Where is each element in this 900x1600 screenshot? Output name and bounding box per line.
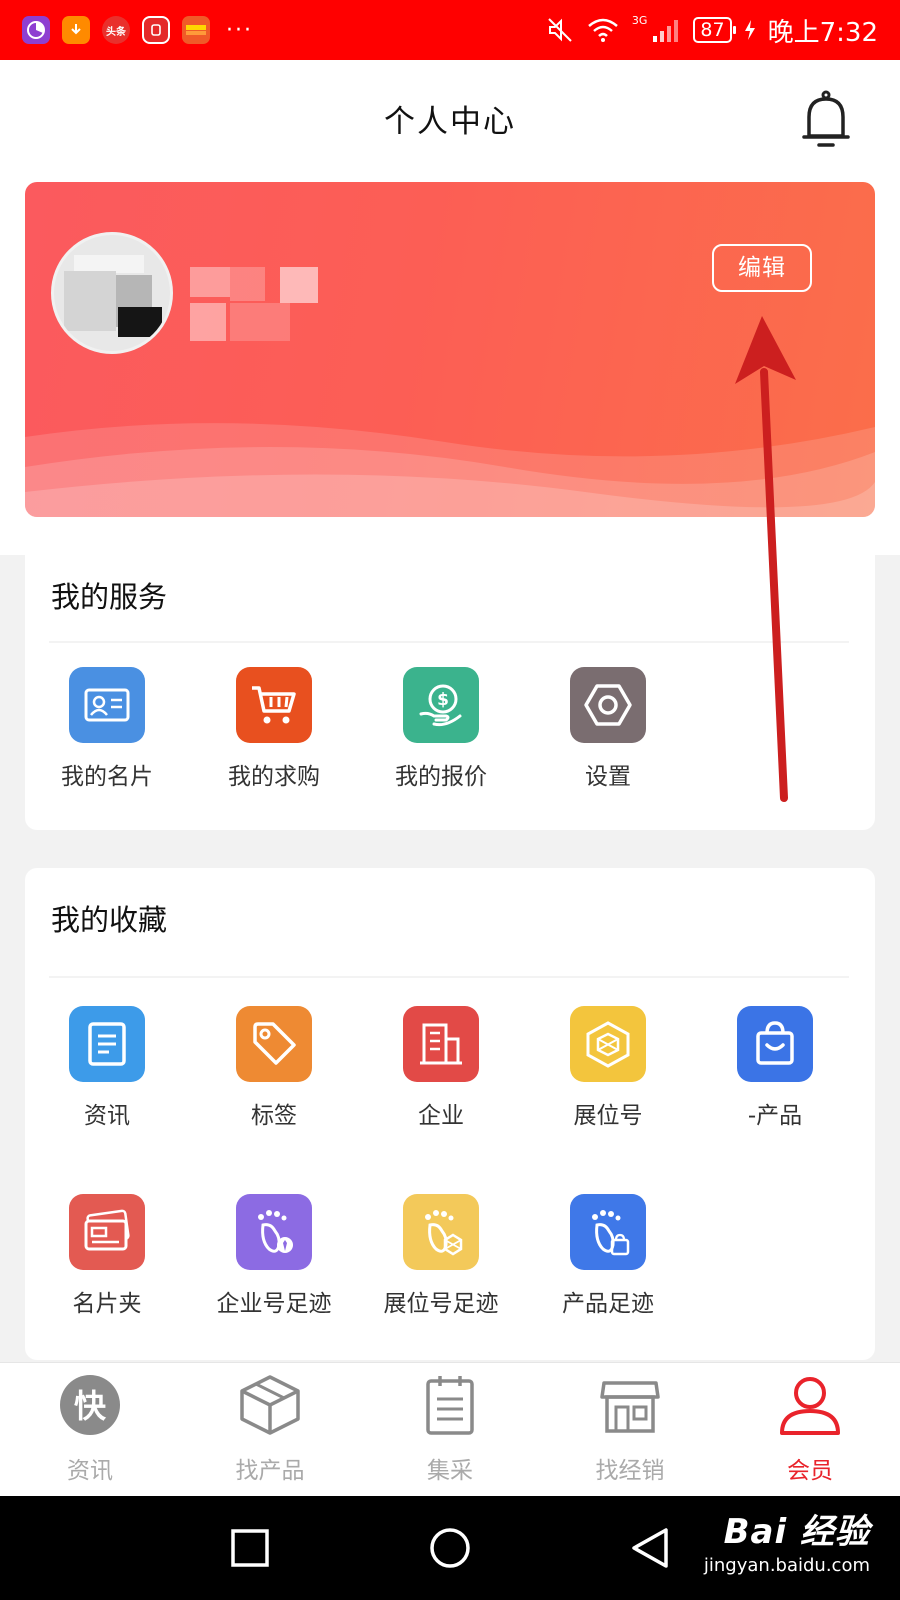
- favorites-card: 我的收藏 资讯 标签 企业 展位号 -产品 名片夹 企业号足迹 展位号足迹 产品…: [25, 868, 875, 1360]
- page-title: 个人中心: [384, 104, 516, 140]
- download-app-icon: [62, 16, 90, 44]
- services-card: 我的服务 我的名片 我的求购 $ 我的报价 设置: [25, 555, 875, 830]
- fav-enterprise-footprint[interactable]: 企业号足迹: [189, 1194, 359, 1318]
- service-my-purchase[interactable]: 我的求购: [189, 667, 359, 791]
- service-settings[interactable]: 设置: [523, 667, 693, 791]
- tile-label: 设置: [585, 764, 631, 790]
- avatar[interactable]: [51, 232, 173, 354]
- profile-card[interactable]: 编辑: [25, 182, 875, 517]
- tag-icon: [236, 1006, 312, 1082]
- huawei-app-icon: [182, 16, 210, 44]
- service-my-card[interactable]: 我的名片: [22, 667, 192, 791]
- triangle-back-icon: [632, 1528, 668, 1568]
- person-icon: [778, 1373, 842, 1437]
- watermark-url: jingyan.baidu.com: [703, 1555, 870, 1576]
- kuai-news-icon: 快: [58, 1373, 122, 1437]
- cube-box-icon: [238, 1373, 302, 1437]
- notification-icons: 头条 ···: [22, 16, 253, 44]
- storefront-icon: [598, 1373, 662, 1437]
- clipboard-list-icon: [418, 1373, 482, 1437]
- battery-indicator: 87: [693, 17, 736, 43]
- bell-icon: [802, 90, 850, 147]
- edit-profile-button[interactable]: 编辑: [712, 244, 812, 292]
- network-type: 3G: [631, 13, 648, 27]
- circle-icon: [430, 1528, 470, 1568]
- fav-booth[interactable]: 展位号: [523, 1006, 693, 1130]
- tile-label: 我的名片: [61, 764, 153, 790]
- charging-icon: [744, 20, 755, 40]
- tile-label: 我的报价: [395, 764, 487, 790]
- services-title: 我的服务: [51, 580, 168, 614]
- tab-news[interactable]: 快 资讯: [0, 1373, 180, 1485]
- tab-label: 找经销: [595, 1458, 665, 1484]
- recents-button[interactable]: [228, 1526, 272, 1570]
- signal-icon: [653, 20, 679, 42]
- tile-label: 产品足迹: [562, 1291, 654, 1317]
- status-bar: 头条 ··· 3G 87 晚上7:32: [0, 0, 900, 60]
- tile-label: 标签: [251, 1103, 297, 1129]
- fav-booth-footprint[interactable]: 展位号足迹: [356, 1194, 526, 1318]
- footprint-cube-icon: [403, 1194, 479, 1270]
- tab-group-purchase[interactable]: 集采: [360, 1373, 540, 1485]
- pie-chart-app-icon: [22, 16, 50, 44]
- tile-label: 我的求购: [228, 764, 320, 790]
- booth-cube-icon: [570, 1006, 646, 1082]
- tab-member[interactable]: 会员: [720, 1373, 900, 1485]
- tile-label: 展位号: [573, 1103, 643, 1129]
- bottom-tab-bar: 快 资讯 找产品 集采 找经销 会员: [0, 1362, 900, 1496]
- baidu-jingyan-watermark: Bai 经验 jingyan.baidu.com: [704, 1504, 870, 1576]
- fav-enterprise[interactable]: 企业: [356, 1006, 526, 1130]
- clock: 晚上7:32: [767, 17, 878, 48]
- divider: [49, 641, 849, 643]
- favorites-title: 我的收藏: [51, 903, 168, 937]
- more-notifications: ···: [226, 17, 253, 43]
- divider: [49, 976, 849, 978]
- mute-icon: [548, 18, 572, 42]
- tab-label: 会员: [787, 1458, 833, 1484]
- fav-tags[interactable]: 标签: [189, 1006, 359, 1130]
- tab-label: 找产品: [235, 1458, 305, 1484]
- news-doc-icon: [69, 1006, 145, 1082]
- fav-product[interactable]: -产品: [690, 1006, 860, 1130]
- fav-product-footprint[interactable]: 产品足迹: [523, 1194, 693, 1318]
- card-holder-icon: [69, 1194, 145, 1270]
- watermark-logo: Bai 经验: [723, 1512, 870, 1552]
- wifi-icon: [588, 18, 618, 42]
- tab-find-distributor[interactable]: 找经销: [540, 1373, 720, 1485]
- settings-nut-icon: [570, 667, 646, 743]
- notification-bell-button[interactable]: [800, 90, 852, 152]
- page-header: 个人中心: [0, 60, 900, 180]
- building-icon: [403, 1006, 479, 1082]
- block-app-icon: [142, 16, 170, 44]
- service-my-quote[interactable]: $ 我的报价: [356, 667, 526, 791]
- shopping-cart-icon: [236, 667, 312, 743]
- footprint-tie-icon: [236, 1194, 312, 1270]
- tile-label: 展位号足迹: [383, 1291, 499, 1317]
- tile-label: 企业号足迹: [216, 1291, 332, 1317]
- back-button[interactable]: [628, 1526, 672, 1570]
- tile-label: 企业: [418, 1103, 464, 1129]
- wave-decoration: [25, 423, 875, 517]
- tab-find-product[interactable]: 找产品: [180, 1373, 360, 1485]
- shopping-bag-icon: [737, 1006, 813, 1082]
- business-card-icon: [69, 667, 145, 743]
- tile-label: 资讯: [84, 1103, 130, 1129]
- footprint-bag-icon: [570, 1194, 646, 1270]
- fav-news[interactable]: 资讯: [22, 1006, 192, 1130]
- tab-label: 资讯: [67, 1458, 113, 1484]
- tile-label: 名片夹: [72, 1291, 142, 1317]
- tab-badge-text: 快: [74, 1387, 107, 1425]
- money-hand-icon: $: [403, 667, 479, 743]
- square-icon: [231, 1529, 269, 1567]
- system-nav-bar: Bai 经验 jingyan.baidu.com: [0, 1496, 900, 1600]
- home-button[interactable]: [428, 1526, 472, 1570]
- tile-label: -产品: [747, 1103, 803, 1129]
- blurred-username: [190, 267, 410, 357]
- toutiao-app-icon: 头条: [102, 16, 130, 44]
- svg-text:$: $: [437, 690, 449, 710]
- fav-card-holder[interactable]: 名片夹: [22, 1194, 192, 1318]
- tab-label: 集采: [427, 1458, 473, 1484]
